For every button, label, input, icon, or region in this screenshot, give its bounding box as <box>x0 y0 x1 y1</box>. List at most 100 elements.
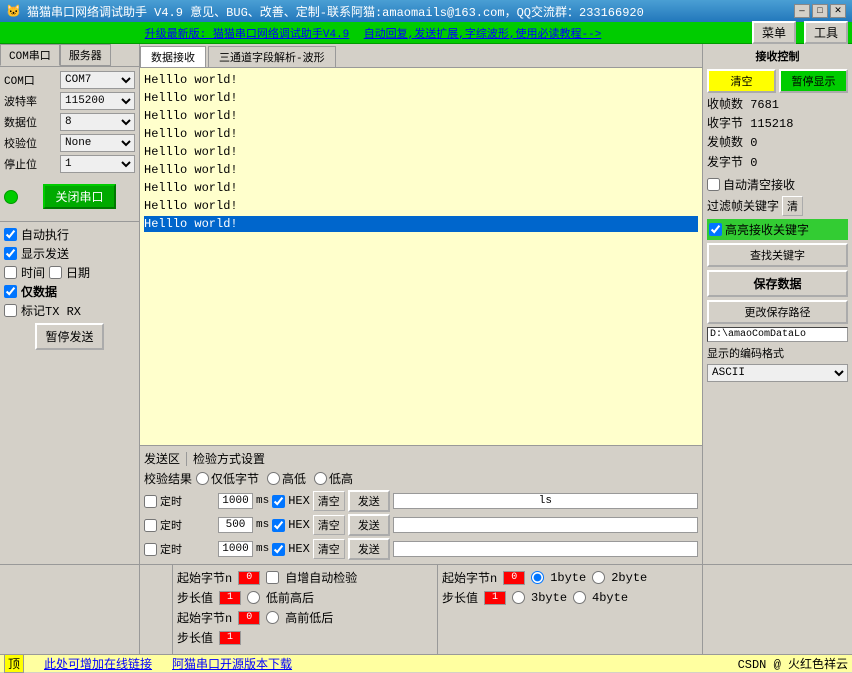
start-byte-input-2[interactable] <box>503 571 525 585</box>
top-button[interactable]: 顶 <box>4 654 24 673</box>
minimize-button[interactable]: — <box>794 4 810 18</box>
auto-incr-checkbox[interactable] <box>266 571 279 584</box>
send-row1-text-input[interactable] <box>393 493 698 509</box>
mark-txrx-label: 标记TX RX <box>21 302 81 319</box>
send-row3-hex-checkbox[interactable] <box>272 543 285 556</box>
send-row1-hex-checkbox[interactable] <box>272 495 285 508</box>
send-row-3: 定时 ms HEX 清空 发送 <box>144 538 698 560</box>
send-bytes-stat: 发字节 0 <box>707 154 848 173</box>
send-row3-send-button[interactable]: 发送 <box>348 538 390 560</box>
time-checkbox[interactable] <box>4 266 17 279</box>
pause-display-button[interactable]: 暂停显示 <box>779 69 848 93</box>
right-panel: 接收控制 清空 暂停显示 收帧数 7681 收字节 115218 发帧数 0 发… <box>702 44 852 564</box>
change-path-button[interactable]: 更改保存路径 <box>707 300 848 324</box>
options-checkboxes: 自动执行 显示发送 时间 日期 仅数据 标记TX RX 暂停发送 <box>0 221 139 358</box>
start-byte-input-1[interactable] <box>238 611 260 625</box>
only-data-label: 仅数据 <box>21 283 57 300</box>
step-input-0[interactable] <box>219 591 241 605</box>
encoding-label: 显示的编码格式 <box>707 345 848 361</box>
tab-com[interactable]: COM串口 <box>0 44 60 66</box>
only-data-checkbox[interactable] <box>4 285 17 298</box>
center-panel: 数据接收 三通道字段解析-波形 Helllo world!Helllo worl… <box>140 44 702 564</box>
send-row2-send-button[interactable]: 发送 <box>348 514 390 536</box>
maximize-button[interactable]: □ <box>812 4 828 18</box>
verify-low-byte: 仅低字节 <box>196 470 259 487</box>
auto-incr-label: 自增自动检验 <box>285 569 357 586</box>
find-keyword-button[interactable]: 查找关键字 <box>707 243 848 267</box>
step-input-1[interactable] <box>219 631 241 645</box>
filter-row: 过滤帧关键字 清 <box>707 196 848 216</box>
send-row-2: 定时 ms HEX 清空 发送 <box>144 514 698 536</box>
pause-send-button[interactable]: 暂停发送 <box>35 323 103 350</box>
1byte-radio[interactable] <box>531 571 544 584</box>
send-row1-ms-input[interactable] <box>218 493 253 509</box>
filter-clear-button[interactable]: 清 <box>782 196 803 216</box>
send-row2-ms-input[interactable] <box>218 517 253 533</box>
high-first-label: 高前低后 <box>285 609 333 626</box>
send-area-label: 发送区 <box>144 450 180 467</box>
com-select[interactable]: COM7 <box>60 71 135 89</box>
auto-exec-checkbox[interactable] <box>4 228 17 241</box>
send-row2-text-input[interactable] <box>393 517 698 533</box>
send-row3-clear-button[interactable]: 清空 <box>313 539 345 559</box>
upgrade-link[interactable]: 升级最新版: 猫猫串口网络调试助手V4.9 <box>145 25 350 41</box>
verify-high-low: 高低 <box>267 470 306 487</box>
encoding-select[interactable]: ASCII <box>707 364 848 382</box>
parity-select[interactable]: None <box>60 134 135 152</box>
verify-hl-radio[interactable] <box>267 472 280 485</box>
stop-bits-label: 停止位 <box>4 156 44 172</box>
send-row1-timer-checkbox[interactable] <box>144 495 157 508</box>
high-first-radio[interactable] <box>266 611 279 624</box>
close-button[interactable]: ✕ <box>830 4 846 18</box>
app-icon: 🐱 <box>6 4 21 19</box>
baud-select[interactable]: 115200 <box>60 92 135 110</box>
send-row2-hex-checkbox[interactable] <box>272 519 285 532</box>
send-row3-text-input[interactable] <box>393 541 698 557</box>
3byte-radio[interactable] <box>512 591 525 604</box>
data-bits-select[interactable]: 8 <box>60 113 135 131</box>
auto-clear-row: 自动清空接收 <box>707 176 848 193</box>
download-link[interactable]: 阿猫串口开源版本下载 <box>172 655 292 672</box>
verify-lh-radio[interactable] <box>314 472 327 485</box>
2byte-radio[interactable] <box>592 571 605 584</box>
auto-exec-label: 自动执行 <box>21 226 69 243</box>
send-row1-send-button[interactable]: 发送 <box>348 490 390 512</box>
start-byte-input-0[interactable] <box>238 571 260 585</box>
highlight-checkbox[interactable] <box>709 223 722 236</box>
data-bits-row: 数据位 8 <box>4 113 135 131</box>
auto-clear-label: 自动清空接收 <box>723 176 795 193</box>
auto-clear-checkbox[interactable] <box>707 178 720 191</box>
verify-low-radio[interactable] <box>196 472 209 485</box>
menu-button[interactable]: 菜单 <box>752 21 796 44</box>
close-port-button[interactable]: 关闭串口 <box>43 184 115 209</box>
stop-bits-select[interactable]: 1 <box>60 155 135 173</box>
csdn-label: CSDN @ 火红色祥云 <box>738 655 848 672</box>
low-first-radio[interactable] <box>247 591 260 604</box>
tab-waveform[interactable]: 三通道字段解析-波形 <box>208 46 336 67</box>
tool-button[interactable]: 工具 <box>804 21 848 44</box>
send-row3-ms-input[interactable] <box>218 541 253 557</box>
mark-txrx-checkbox[interactable] <box>4 304 17 317</box>
4byte-radio[interactable] <box>573 591 586 604</box>
tutorial-link[interactable]: 自动回复,发送扩展,字综波形,使用必读教程--> <box>364 25 602 41</box>
show-send-checkbox[interactable] <box>4 247 17 260</box>
bottom-left-spacer <box>0 565 140 654</box>
send-row2-timer-checkbox[interactable] <box>144 519 157 532</box>
send-area-header: 发送区 检验方式设置 <box>144 450 698 467</box>
bottom-right-section: 起始字节n 自增自动检验 步长值 低前高后 起始字节n 高前低后 步长值 <box>172 565 702 654</box>
add-connection-link[interactable]: 此处可增加在线链接 <box>44 655 152 672</box>
tab-data-receive[interactable]: 数据接收 <box>140 46 206 67</box>
date-checkbox[interactable] <box>49 266 62 279</box>
step-row-1: 步长值 <box>177 629 433 646</box>
tab-server[interactable]: 服务器 <box>60 44 111 66</box>
com-settings: COM口 COM7 波特率 115200 数据位 8 校验位 <box>0 67 139 221</box>
save-data-button[interactable]: 保存数据 <box>707 270 848 297</box>
send-row1-clear-button[interactable]: 清空 <box>313 491 345 511</box>
step-input-2[interactable] <box>484 591 506 605</box>
send-row2-clear-button[interactable]: 清空 <box>313 515 345 535</box>
step-row-2: 步长值 3byte 4byte <box>442 589 698 606</box>
clear-recv-button[interactable]: 清空 <box>707 69 776 93</box>
send-row3-timer-checkbox[interactable] <box>144 543 157 556</box>
verify-options: 仅低字节 高低 低高 <box>196 470 353 487</box>
start-byte-row-2: 起始字节n 1byte 2byte <box>442 569 698 586</box>
